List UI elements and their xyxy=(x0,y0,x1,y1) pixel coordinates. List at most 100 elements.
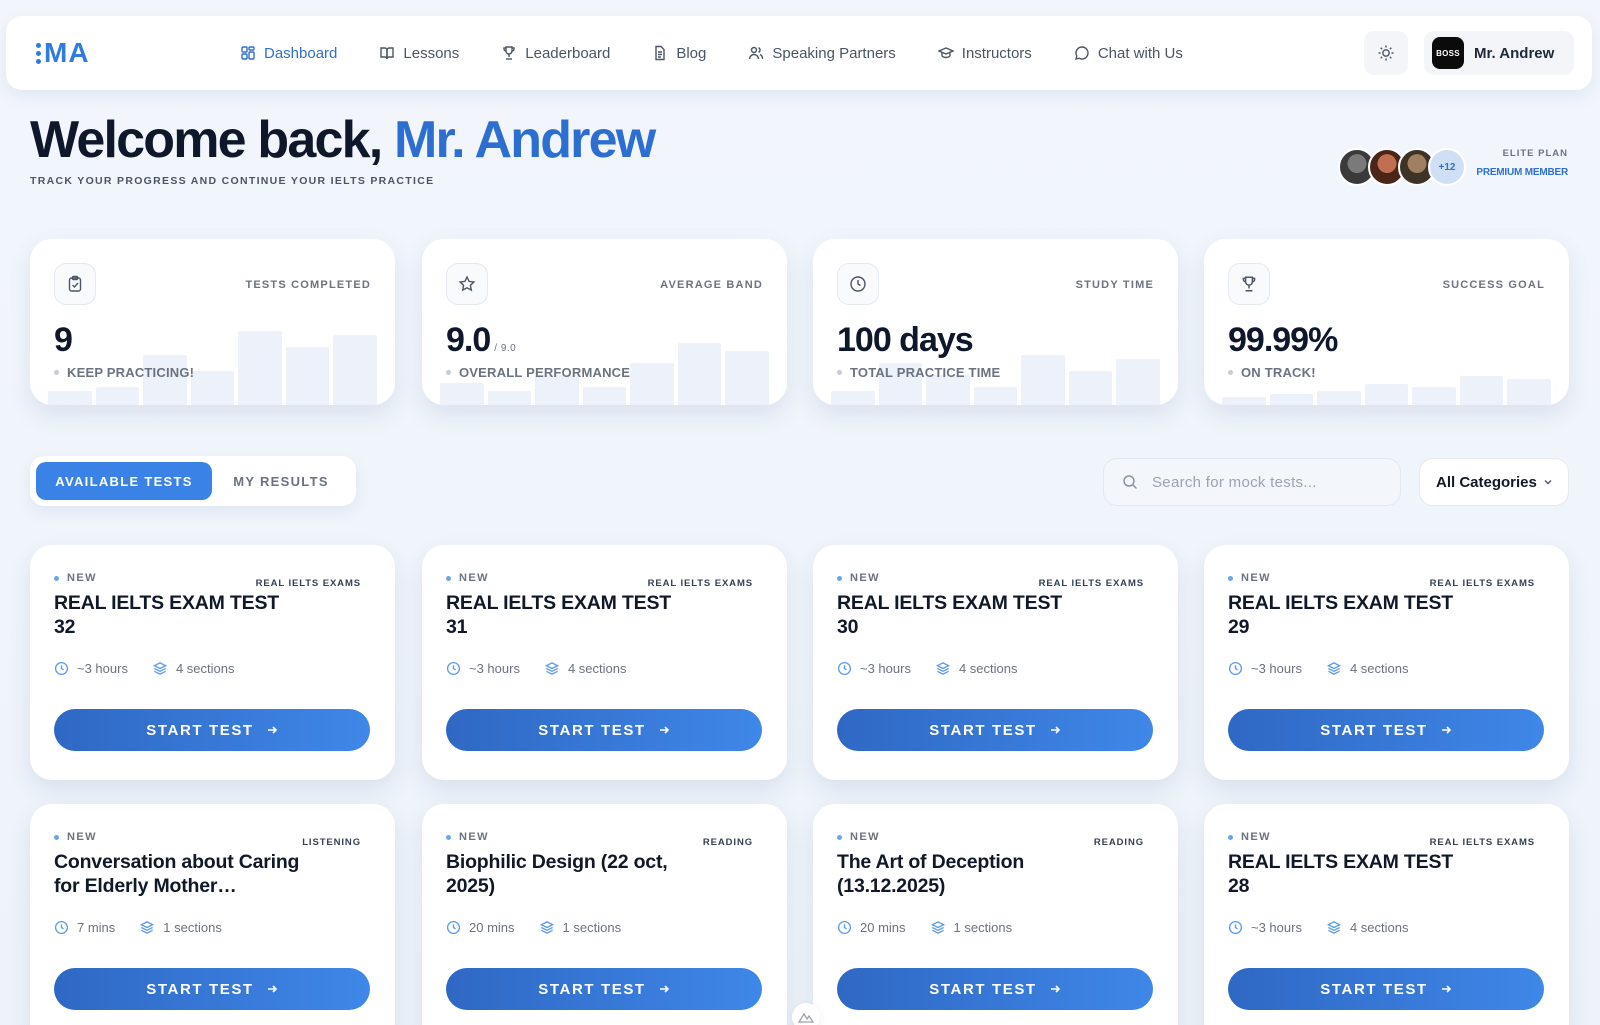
test-card[interactable]: NEW REAL IELTS EXAMS REAL IELTS EXAM TES… xyxy=(30,545,395,780)
test-duration: ~3 hours xyxy=(469,661,520,676)
layers-icon xyxy=(544,662,560,675)
nav-lessons-label: Lessons xyxy=(403,44,460,62)
start-test-button[interactable]: START TEST xyxy=(446,709,762,751)
test-meta: ~3 hours 4 sections xyxy=(1228,661,1433,676)
start-test-label: START TEST xyxy=(1320,980,1428,998)
start-test-label: START TEST xyxy=(1320,721,1428,739)
test-category: REAL IELTS EXAMS xyxy=(1429,837,1535,848)
nav-chat-label: Chat with Us xyxy=(1097,44,1183,62)
test-category: REAL IELTS EXAMS xyxy=(1038,578,1144,589)
document-icon xyxy=(655,45,666,61)
graduation-cap-icon xyxy=(937,47,954,59)
nav-speaking-partners[interactable]: Speaking Partners xyxy=(748,45,896,62)
stat-note: OVERALL PERFORMANCE xyxy=(446,365,630,380)
start-test-label: START TEST xyxy=(146,980,254,998)
test-sections: 4 sections xyxy=(1349,661,1409,676)
start-test-button[interactable]: START TEST xyxy=(1228,709,1544,751)
start-test-button[interactable]: START TEST xyxy=(837,968,1153,1010)
nav-chat[interactable]: Chat with Us xyxy=(1074,45,1183,62)
test-duration: 20 mins xyxy=(469,920,515,935)
layers-icon xyxy=(935,662,951,675)
nav-instructors[interactable]: Instructors xyxy=(937,44,1032,62)
start-test-button[interactable]: START TEST xyxy=(837,709,1153,751)
stat-label: AVERAGE BAND xyxy=(660,279,763,291)
member-avatars[interactable]: +12 xyxy=(1338,148,1466,186)
test-title: Biophilic Design (22 oct, 2025) xyxy=(446,851,668,897)
tab-available-tests[interactable]: AVAILABLE TESTS xyxy=(36,462,212,500)
user-menu-button[interactable]: BOSS Mr. Andrew xyxy=(1424,31,1574,75)
trophy-icon xyxy=(1242,276,1256,292)
test-category: REAL IELTS EXAMS xyxy=(647,578,753,589)
new-badge: NEW xyxy=(54,831,97,843)
clock-icon xyxy=(54,920,69,935)
stat-value: 99.99% xyxy=(1228,321,1338,359)
test-sections: 4 sections xyxy=(175,661,235,676)
clock-icon xyxy=(837,661,852,676)
nav-dashboard[interactable]: Dashboard xyxy=(240,45,337,62)
clock-icon xyxy=(1228,661,1243,676)
test-duration: ~3 hours xyxy=(860,661,911,676)
tests-tabs: AVAILABLE TESTS MY RESULTS xyxy=(30,456,356,506)
test-meta: ~3 hours 4 sections xyxy=(837,661,1042,676)
new-badge: NEW xyxy=(1228,831,1271,843)
book-icon xyxy=(380,47,395,60)
arrow-right-icon xyxy=(1050,726,1060,734)
test-meta: ~3 hours 4 sections xyxy=(1228,920,1433,935)
page-title: Welcome back, Mr. Andrew xyxy=(30,110,656,170)
start-test-button[interactable]: START TEST xyxy=(54,968,370,1010)
tab-my-results[interactable]: MY RESULTS xyxy=(212,462,350,500)
test-meta: ~3 hours 4 sections xyxy=(446,661,651,676)
arrow-right-icon xyxy=(659,985,669,993)
test-card[interactable]: NEW REAL IELTS EXAMS REAL IELTS EXAM TES… xyxy=(1204,545,1569,780)
stat-label: STUDY TIME xyxy=(1075,279,1154,291)
clock-icon xyxy=(837,920,852,935)
test-meta: 20 mins 1 sections xyxy=(837,920,1036,935)
app-logo[interactable]: M A xyxy=(36,37,89,68)
arrow-right-icon xyxy=(1441,985,1451,993)
stat-label: TESTS COMPLETED xyxy=(245,279,371,291)
test-duration: ~3 hours xyxy=(1251,920,1302,935)
nav-blog[interactable]: Blog xyxy=(652,45,706,62)
layers-icon xyxy=(140,921,155,934)
test-card[interactable]: NEW REAL IELTS EXAMS REAL IELTS EXAM TES… xyxy=(813,545,1178,780)
stat-note: ON TRACK! xyxy=(1228,365,1316,380)
star-icon xyxy=(458,275,476,292)
test-category: REAL IELTS EXAMS xyxy=(255,578,361,589)
welcome-text: Welcome back, xyxy=(30,111,383,169)
arrow-right-icon xyxy=(659,726,669,734)
clock-icon xyxy=(54,661,69,676)
layers-icon xyxy=(539,921,554,934)
start-test-button[interactable]: START TEST xyxy=(1228,968,1544,1010)
stat-card-tests-completed: TESTS COMPLETED 9 KEEP PRACTICING! xyxy=(30,239,395,405)
category-select[interactable]: All Categories xyxy=(1419,458,1569,506)
arrow-right-icon xyxy=(267,726,277,734)
test-title: REAL IELTS EXAM TEST 30 xyxy=(837,592,1062,638)
stat-card-success-goal: SUCCESS GOAL 99.99% ON TRACK! xyxy=(1204,239,1569,405)
start-test-label: START TEST xyxy=(538,980,646,998)
test-category: READING xyxy=(702,837,753,848)
clock-icon xyxy=(446,661,461,676)
test-duration: ~3 hours xyxy=(1251,661,1302,676)
test-card[interactable]: NEW REAL IELTS EXAMS REAL IELTS EXAM TES… xyxy=(1204,804,1569,1025)
stat-value: 9.0/ 9.0 xyxy=(446,321,517,359)
test-card[interactable]: NEW REAL IELTS EXAMS REAL IELTS EXAM TES… xyxy=(422,545,787,780)
test-meta: ~3 hours 4 sections xyxy=(54,661,259,676)
test-meta: 7 mins 1 sections xyxy=(54,920,246,935)
test-title: REAL IELTS EXAM TEST 32 xyxy=(54,592,279,638)
search-input[interactable] xyxy=(1152,473,1372,491)
test-card[interactable]: NEW READING The Art of Deception (13.12.… xyxy=(813,804,1178,1025)
test-card[interactable]: NEW READING Biophilic Design (22 oct, 20… xyxy=(422,804,787,1025)
test-sections: 4 sections xyxy=(958,661,1018,676)
start-test-button[interactable]: START TEST xyxy=(54,709,370,751)
chevron-down-icon xyxy=(1544,480,1552,485)
plan-status: PREMIUM MEMBER xyxy=(1476,167,1568,178)
nav-lessons[interactable]: Lessons xyxy=(379,45,459,62)
nav-leaderboard[interactable]: Leaderboard xyxy=(501,45,610,62)
test-duration: 20 mins xyxy=(860,920,906,935)
floating-helper-button[interactable] xyxy=(792,1003,820,1025)
test-card[interactable]: NEW LISTENING Conversation about Caring … xyxy=(30,804,395,1025)
start-test-button[interactable]: START TEST xyxy=(446,968,762,1010)
theme-toggle-button[interactable] xyxy=(1364,31,1408,75)
nav-instructors-label: Instructors xyxy=(961,44,1032,62)
sun-icon xyxy=(1378,45,1394,61)
